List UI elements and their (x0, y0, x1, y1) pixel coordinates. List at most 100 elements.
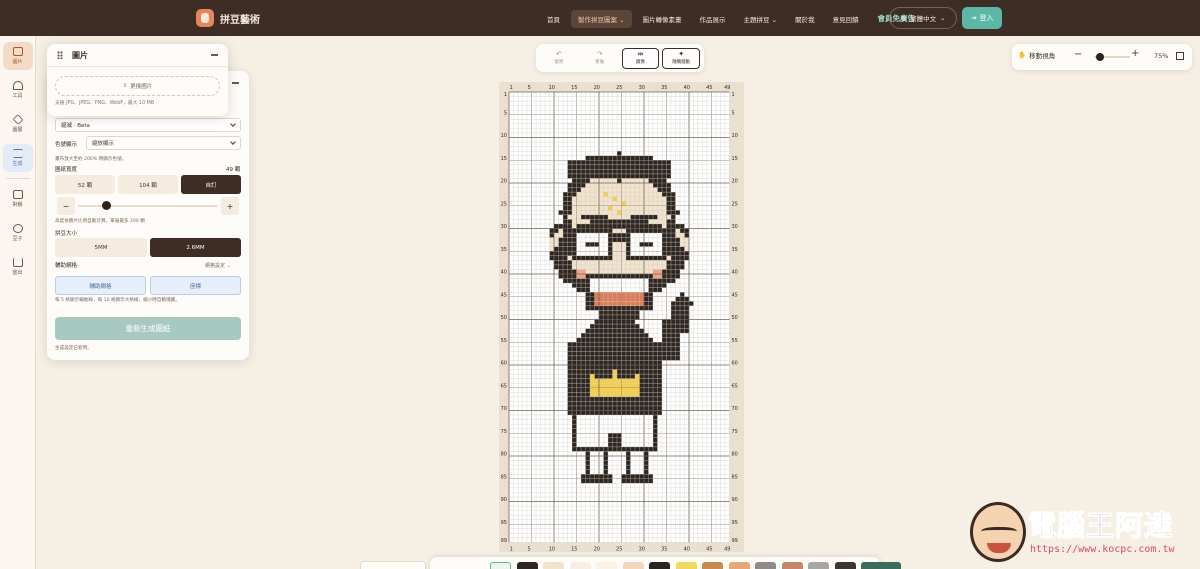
bead-cell[interactable] (648, 405, 654, 411)
bead-cell[interactable] (603, 164, 609, 170)
bead-cell[interactable] (644, 242, 649, 247)
bead-cell[interactable] (675, 337, 681, 343)
bead-cell[interactable] (567, 173, 573, 179)
bead-cell[interactable] (635, 415, 640, 420)
bead-cell[interactable] (653, 392, 658, 397)
bead-cell[interactable] (671, 251, 676, 256)
bead-cell[interactable] (612, 173, 618, 179)
bead-cell[interactable] (666, 342, 672, 347)
bead-cell[interactable] (590, 301, 595, 306)
bead-cell[interactable] (621, 419, 627, 425)
bead-cell[interactable] (630, 428, 636, 434)
bead-cell[interactable] (644, 396, 649, 402)
bead-cell[interactable] (612, 437, 618, 443)
bead-cell[interactable] (626, 465, 631, 470)
bead-cell[interactable] (576, 446, 582, 452)
bead-cell[interactable] (662, 269, 667, 274)
bead-cell[interactable] (617, 178, 622, 183)
bead-cell[interactable] (594, 274, 600, 279)
bead-cell[interactable] (653, 396, 658, 402)
bead-cell[interactable] (671, 269, 676, 274)
bead-cell[interactable] (608, 474, 613, 479)
bead-cell[interactable] (599, 392, 604, 397)
bead-cell[interactable] (671, 242, 676, 247)
bead-cell[interactable] (644, 233, 649, 238)
bead-cell[interactable] (567, 192, 573, 197)
bead-cell[interactable] (639, 196, 645, 202)
bead-cell[interactable] (626, 214, 631, 220)
bead-cell[interactable] (635, 369, 640, 375)
palette-swatch[interactable] (569, 562, 591, 569)
bead-cell[interactable] (648, 192, 654, 197)
bead-cell[interactable] (657, 396, 663, 402)
bead-cell[interactable] (581, 415, 586, 420)
bead-cell[interactable] (626, 219, 631, 224)
bead-cell[interactable] (675, 274, 681, 279)
bead-cell[interactable] (594, 205, 600, 211)
bead-cell[interactable] (617, 410, 622, 416)
bead-cell[interactable] (680, 301, 685, 306)
nav-about[interactable]: 關於我 (788, 10, 822, 28)
bead-cell[interactable] (617, 246, 622, 252)
palette-swatch[interactable] (516, 562, 538, 569)
bead-cell[interactable] (554, 233, 559, 238)
bead-cell[interactable] (626, 274, 631, 279)
bead-cell[interactable] (662, 183, 667, 188)
bead-cell[interactable] (585, 233, 591, 238)
bead-cell[interactable] (675, 228, 681, 234)
bead-cell[interactable] (635, 155, 640, 161)
bead-cell[interactable] (603, 292, 609, 297)
bead-cell[interactable] (603, 433, 609, 438)
bead-cell[interactable] (648, 474, 654, 479)
bead-cell[interactable] (572, 369, 577, 375)
bead-cell[interactable] (644, 342, 649, 347)
bead-cell[interactable] (639, 210, 645, 215)
bead-cell[interactable] (590, 155, 595, 161)
palette-search[interactable] (360, 561, 426, 569)
bead-cell[interactable] (648, 369, 654, 375)
bead-cell[interactable] (563, 233, 568, 238)
bead-cell[interactable] (581, 287, 586, 293)
bead-cell[interactable] (648, 233, 654, 238)
bead-cell[interactable] (635, 228, 640, 234)
bead-cell[interactable] (639, 169, 645, 174)
bead-cell[interactable] (635, 210, 640, 215)
bead-cell[interactable] (608, 415, 613, 420)
bead-cell[interactable] (599, 310, 604, 315)
bead-cell[interactable] (603, 342, 609, 347)
bead-cell[interactable] (603, 192, 609, 197)
bead-cell[interactable] (639, 433, 645, 438)
bead-cell[interactable] (590, 192, 595, 197)
bead-cell[interactable] (635, 314, 640, 320)
bead-cell[interactable] (590, 283, 595, 288)
bead-cell[interactable] (576, 428, 582, 434)
bead-cell[interactable] (626, 446, 631, 452)
bead-cell[interactable] (594, 319, 600, 325)
bead-cell[interactable] (599, 214, 604, 220)
bead-cell[interactable] (549, 251, 555, 256)
bead-cell[interactable] (621, 301, 627, 306)
bead-cell[interactable] (608, 228, 613, 234)
bead-cell[interactable] (639, 346, 645, 352)
bead-cell[interactable] (630, 442, 636, 447)
bead-cell[interactable] (666, 192, 672, 197)
bead-cell[interactable] (594, 214, 600, 220)
bead-cell[interactable] (599, 274, 604, 279)
bead-cell[interactable] (630, 324, 636, 329)
bead-cell[interactable] (581, 228, 586, 234)
bead-cell[interactable] (639, 401, 645, 406)
bead-cell[interactable] (662, 164, 667, 170)
bead-cell[interactable] (612, 383, 618, 388)
bead-cell[interactable] (603, 287, 609, 293)
bead-cell[interactable] (671, 314, 676, 320)
bead-cell[interactable] (630, 328, 636, 334)
bead-cell[interactable] (626, 369, 631, 375)
bead-cell[interactable] (581, 374, 586, 379)
bead-cell[interactable] (549, 228, 555, 234)
bead-cell[interactable] (608, 433, 613, 438)
bead-cell[interactable] (608, 314, 613, 320)
bead-cell[interactable] (585, 433, 591, 438)
bead-cell[interactable] (608, 342, 613, 347)
bead-cell[interactable] (680, 305, 685, 311)
bead-cell[interactable] (585, 223, 591, 229)
